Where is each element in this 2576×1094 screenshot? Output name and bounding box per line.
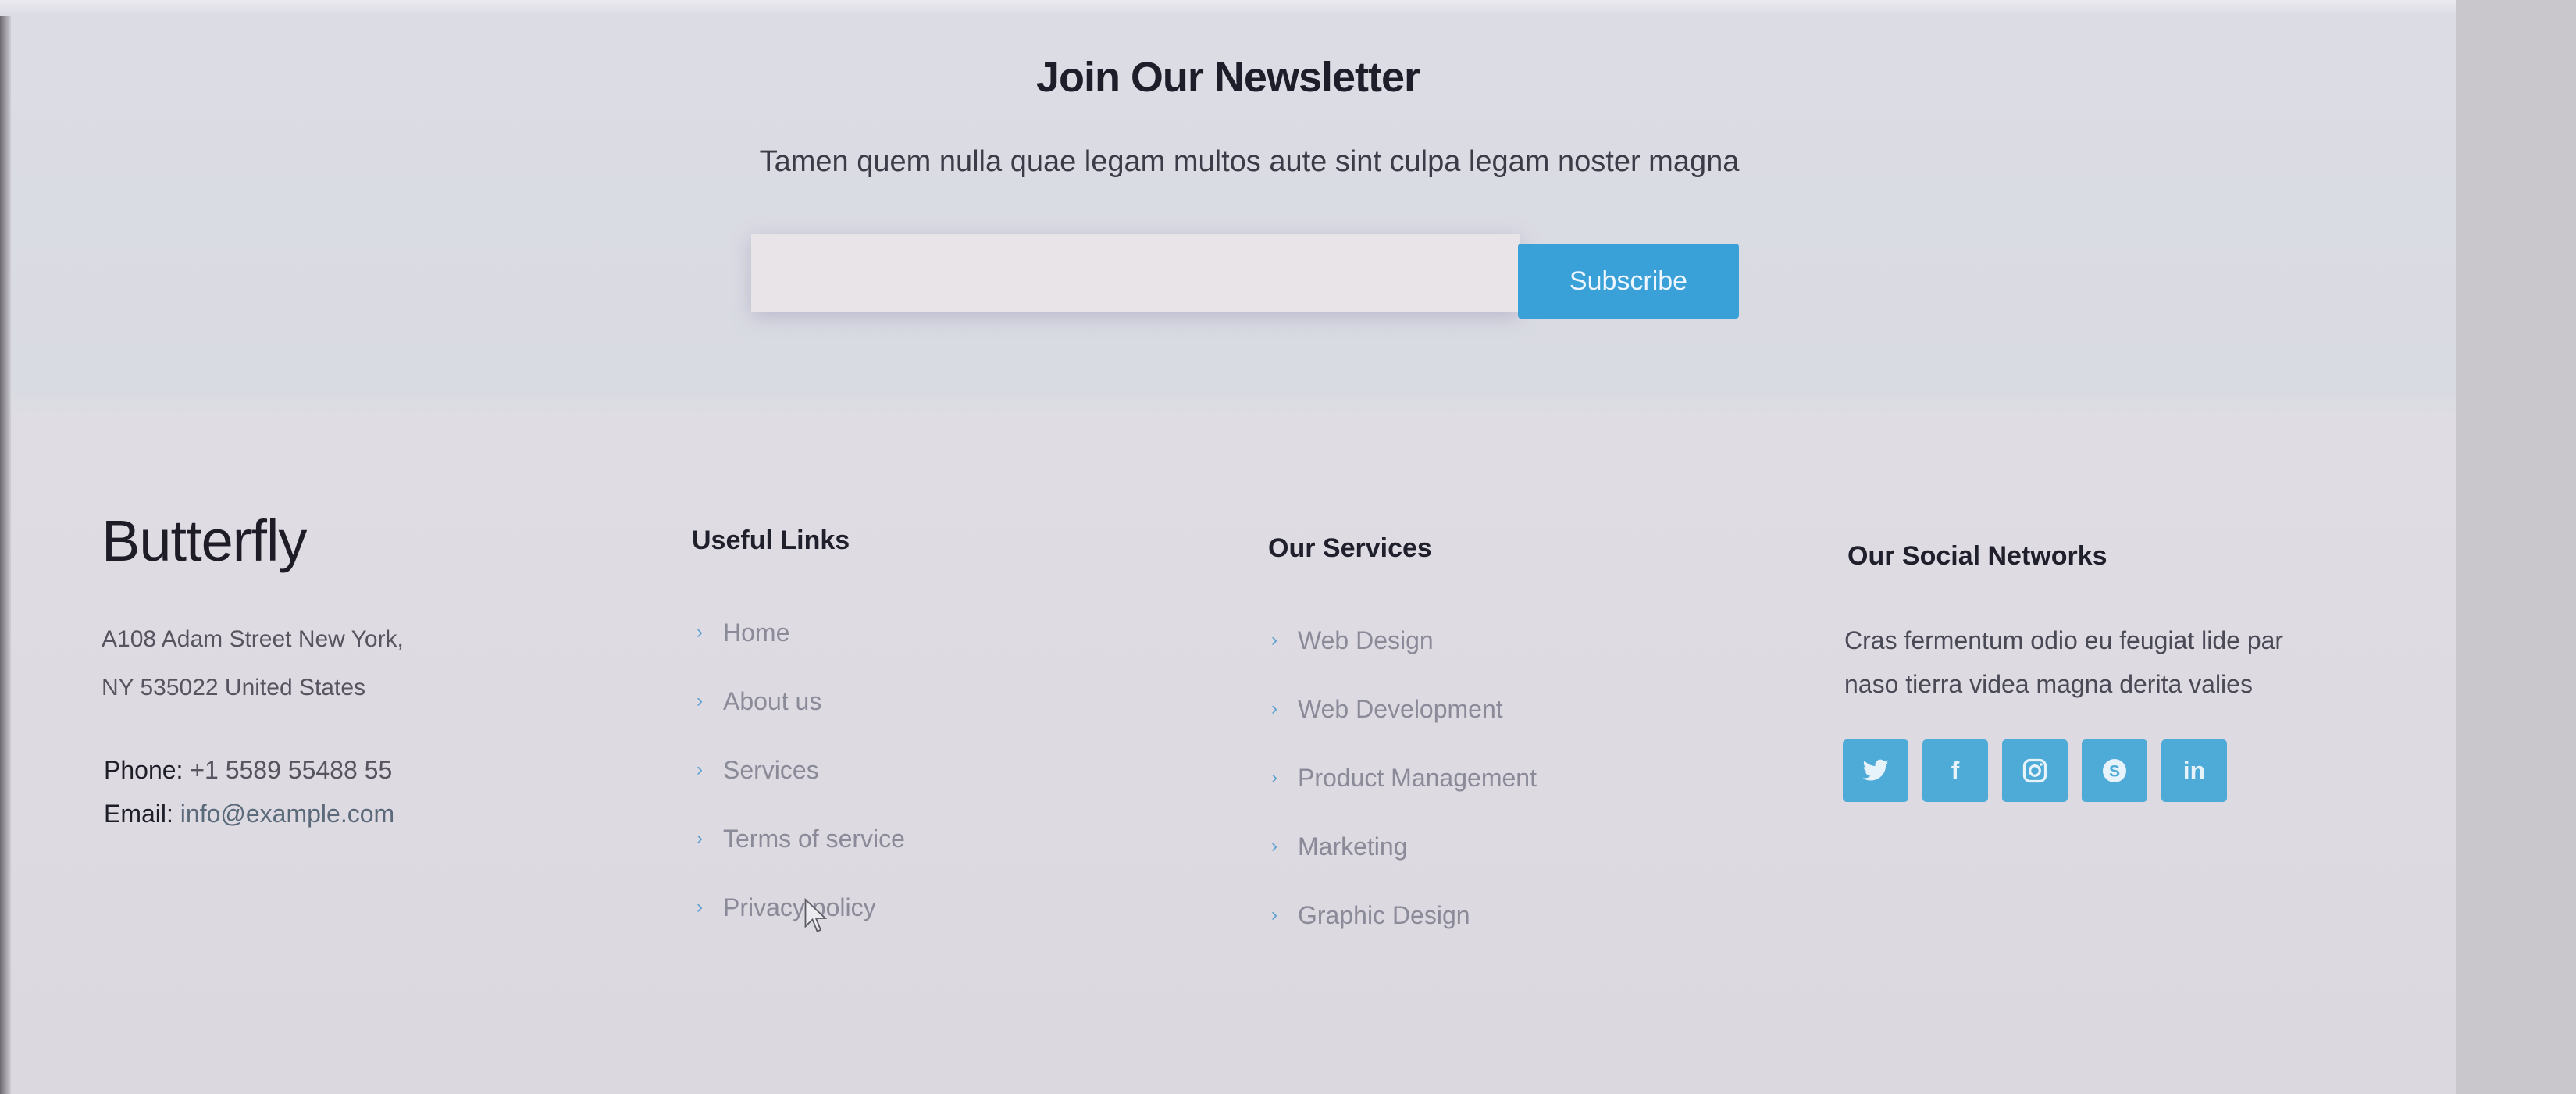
instagram-icon: [2022, 758, 2047, 783]
link-label: Web Development: [1298, 695, 1503, 723]
chevron-right-icon: ›: [697, 690, 703, 711]
chevron-right-icon: ›: [697, 622, 703, 643]
link-label: Product Management: [1298, 764, 1537, 792]
svg-text:S: S: [2109, 763, 2120, 781]
service-link-graphic-design[interactable]: › Graphic Design: [1271, 901, 1537, 970]
twitter-button[interactable]: [1843, 739, 1908, 802]
link-label: Home: [723, 618, 790, 647]
subscribe-button[interactable]: Subscribe: [1518, 244, 1739, 319]
services-list: › Web Design › Web Development › Product Ma…: [1271, 626, 1537, 970]
browser-viewport: Join Our Newsletter Tamen quem nulla qua…: [0, 0, 2456, 1094]
newsletter-section: Join Our Newsletter Tamen quem nulla qua…: [0, 0, 2456, 414]
linkedin-icon: in: [2182, 756, 2206, 785]
link-label: Graphic Design: [1298, 901, 1470, 929]
facebook-icon: f: [1951, 756, 1960, 785]
social-links: f S in: [1843, 739, 2227, 802]
useful-link-home[interactable]: › Home: [697, 618, 905, 687]
link-label: Privacy policy: [723, 893, 876, 921]
email-label: Email:: [104, 800, 173, 828]
useful-links-title: Useful Links: [692, 526, 850, 555]
chevron-right-icon: ›: [697, 896, 703, 918]
newsletter-description: Tamen quem nulla quae legam multos aute …: [759, 145, 1740, 178]
email-link[interactable]: info@example.com: [180, 800, 394, 828]
skype-icon: S: [2103, 759, 2126, 782]
phone-value: +1 5589 55488 55: [190, 756, 393, 784]
footer: Butterfly A108 Adam Street New York, NY …: [0, 414, 2456, 1094]
social-description: Cras fermentum odio eu feugiat lide par …: [1844, 626, 2284, 698]
chevron-right-icon: ›: [1271, 629, 1277, 650]
useful-link-privacy[interactable]: › Privacy policy: [697, 893, 905, 962]
link-label: Services: [723, 756, 819, 784]
social-networks-title: Our Social Networks: [1847, 541, 2107, 571]
newsletter-form: Subscribe: [751, 234, 1739, 319]
screen-bezel: [2456, 0, 2576, 1094]
address-line: NY 535022 United States: [102, 675, 366, 700]
useful-link-services[interactable]: › Services: [697, 756, 905, 825]
link-label: Marketing: [1298, 832, 1408, 861]
chevron-right-icon: ›: [1271, 698, 1277, 719]
useful-links-list: › Home › About us › Services › Terms of serv…: [697, 618, 905, 962]
chevron-right-icon: ›: [1271, 836, 1277, 857]
footer-brand-logo[interactable]: Butterfly: [102, 508, 307, 574]
chevron-right-icon: ›: [697, 759, 703, 780]
useful-link-about[interactable]: › About us: [697, 687, 905, 756]
chevron-right-icon: ›: [1271, 767, 1277, 788]
skype-button[interactable]: S: [2082, 739, 2147, 802]
newsletter-title: Join Our Newsletter: [1035, 54, 1420, 101]
footer-address: A108 Adam Street New York, NY 535022 Uni…: [102, 615, 404, 712]
link-label: Web Design: [1298, 626, 1434, 654]
chevron-right-icon: ›: [1271, 904, 1277, 925]
useful-link-terms[interactable]: › Terms of service: [697, 825, 905, 893]
mouse-pointer-icon: [804, 898, 828, 932]
instagram-button[interactable]: [2002, 739, 2068, 802]
our-services-title: Our Services: [1268, 533, 1432, 563]
service-link-product-management[interactable]: › Product Management: [1271, 764, 1537, 832]
linkedin-button[interactable]: in: [2161, 739, 2227, 802]
twitter-icon: [1862, 759, 1889, 781]
service-link-marketing[interactable]: › Marketing: [1271, 832, 1537, 901]
newsletter-email-input[interactable]: [751, 234, 1520, 312]
email-row: Email: info@example.com: [104, 792, 394, 836]
footer-contact: Phone: +1 5589 55488 55 Email: info@exam…: [104, 748, 394, 836]
link-label: Terms of service: [723, 825, 905, 853]
facebook-button[interactable]: f: [1922, 739, 1988, 802]
chevron-right-icon: ›: [697, 828, 703, 849]
service-link-web-development[interactable]: › Web Development: [1271, 695, 1537, 764]
address-line: A108 Adam Street New York,: [102, 626, 404, 652]
phone-row: Phone: +1 5589 55488 55: [104, 748, 394, 792]
link-label: About us: [723, 687, 822, 715]
service-link-web-design[interactable]: › Web Design: [1271, 626, 1537, 695]
phone-label: Phone:: [104, 756, 183, 784]
